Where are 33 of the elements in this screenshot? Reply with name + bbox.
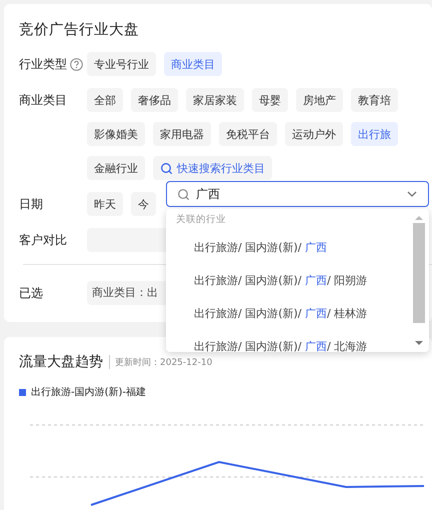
category-option[interactable]: 教育培 [351, 88, 398, 112]
section-title: 流量大盘趋势 [19, 355, 110, 369]
category-option[interactable]: 金融行业 [87, 156, 145, 180]
industry-type-option[interactable]: 专业号行业 [87, 52, 156, 76]
category-option[interactable]: 奢侈品 [131, 88, 178, 112]
category-option[interactable]: 运动户外 [285, 122, 343, 146]
result-item[interactable]: 出行旅游/ 国内游(新)/ 广西/ 北海游 [176, 330, 413, 352]
category-option[interactable]: 家居家装 [186, 88, 244, 112]
panel-title: 竞价广告行业大盘 [19, 20, 140, 40]
search-value: 广西 [196, 186, 220, 202]
search-category-button[interactable]: 快速搜索行业类目 [153, 156, 272, 180]
field-label: 客户对比 [19, 232, 67, 248]
date-option[interactable]: 昨天 [87, 192, 123, 216]
legend-label: 出行旅游-国内游(新)-福建 [31, 386, 146, 399]
result-item[interactable]: 出行旅游/ 国内游(新)/ 广西/ 桂林游 [176, 297, 413, 330]
category-option[interactable]: 房地产 [296, 88, 343, 112]
result-item[interactable]: 出行旅游/ 国内游(新)/ 广西 [176, 231, 413, 264]
category-option[interactable]: 家用电器 [153, 122, 211, 146]
field-label: 日期 [19, 196, 43, 212]
date-option[interactable]: 今 [131, 192, 156, 216]
industry-type-option[interactable]: 商业类目 [164, 52, 222, 76]
field-label: 行业类型 [19, 56, 67, 72]
update-time: 更新时间：2025-12-10 [114, 356, 212, 368]
category-option[interactable]: 母婴 [252, 88, 288, 112]
category-option[interactable]: 影像婚美 [87, 122, 145, 146]
result-item[interactable]: 出行旅游/ 国内游(新)/ 广西/ 阳朔游 [176, 264, 413, 297]
field-label: 已选 [19, 284, 43, 302]
category-option[interactable]: 全部 [87, 88, 123, 112]
field-label: 商业类目 [19, 92, 67, 108]
category-option[interactable]: 出行旅 [351, 122, 398, 146]
group-label: 关联的行业 [176, 213, 227, 227]
search-field[interactable]: 广西 [166, 181, 429, 207]
category-option[interactable]: 免税平台 [219, 122, 277, 146]
